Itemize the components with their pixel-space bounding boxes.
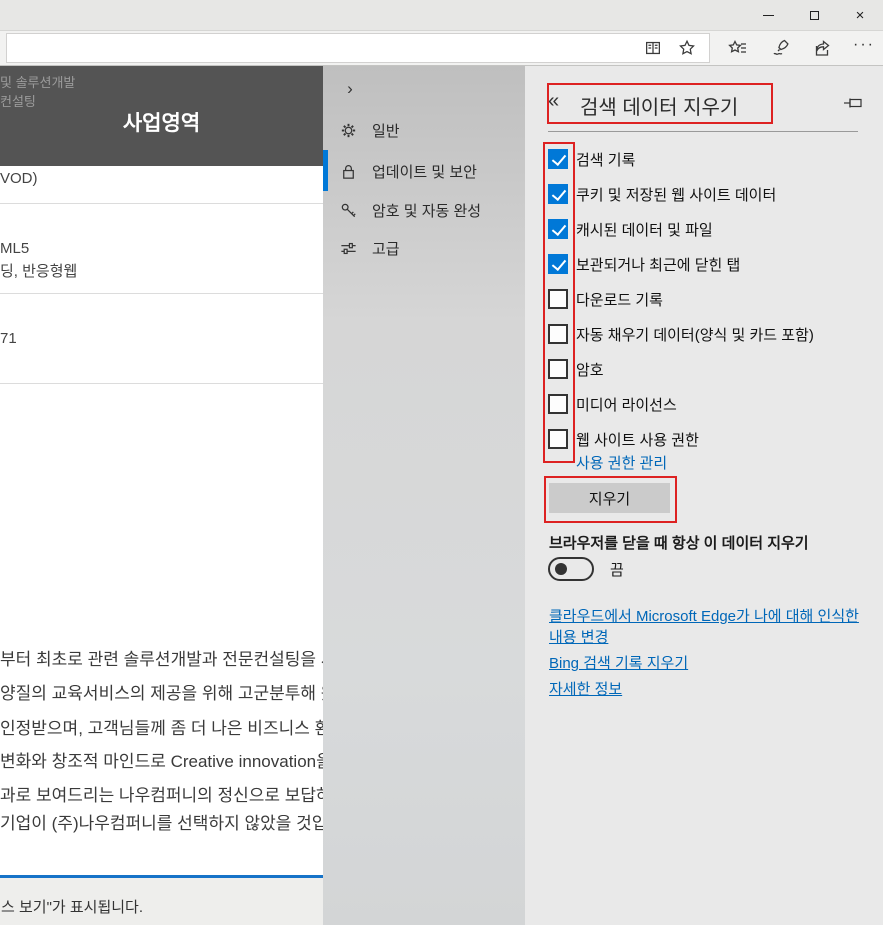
clear-browsing-data-panel: « 검색 데이터 지우기 검색 기록 쿠키 및 저장된 웹 사이트 데이터 캐시… xyxy=(525,66,883,925)
status-tooltip-bar: 스 보기"가 표시됩니다. xyxy=(0,875,323,925)
always-clear-toggle[interactable] xyxy=(548,557,594,581)
checkbox-row-browsing-history[interactable]: 검색 기록 xyxy=(548,147,868,171)
webpage-row-text: VOD) xyxy=(0,170,323,187)
sidebar-item-label: 암호 및 자동 완성 xyxy=(372,200,481,221)
checkbox[interactable] xyxy=(548,359,568,379)
checkbox-row-download-history[interactable]: 다운로드 기록 xyxy=(548,287,868,311)
settings-sidebar: › 일반 xyxy=(323,66,525,925)
back-chevron-icon[interactable]: « xyxy=(548,90,559,113)
checkbox-row-tabs[interactable]: 보관되거나 최근에 닫힌 탭 xyxy=(548,252,868,276)
address-bar[interactable] xyxy=(6,33,710,63)
webpage-row-text: 딩, 반응형웹 xyxy=(0,260,323,281)
webpage-section-title: 사업영역 xyxy=(0,107,323,137)
sidebar-item-label: 업데이트 및 보안 xyxy=(372,161,477,182)
sidebar-item-advanced[interactable]: 고급 xyxy=(323,228,525,268)
webpage-row-text: ML5 xyxy=(0,240,323,257)
key-icon xyxy=(338,200,358,220)
window-controls: × xyxy=(745,0,883,30)
checkbox-row-media-licenses[interactable]: 미디어 라이선스 xyxy=(548,392,868,416)
maximize-button[interactable] xyxy=(791,0,837,30)
webpage-menu-partial-1: 및 솔루션개발 xyxy=(0,72,75,91)
checkbox-row-cached-data[interactable]: 캐시된 데이터 및 파일 xyxy=(548,217,868,241)
checkbox[interactable] xyxy=(548,149,568,169)
reading-view-icon[interactable] xyxy=(641,36,665,60)
lock-icon xyxy=(338,161,358,181)
checkbox-row-autofill-data[interactable]: 자동 채우기 데이터(양식 및 카드 포함) xyxy=(548,322,868,346)
sidebar-expand-chevron-icon[interactable]: › xyxy=(337,76,363,102)
webpage-paragraph-line: 기업이 (주)나우컴퍼니를 선택하지 않았을 것입니 xyxy=(0,809,323,834)
more-options-icon[interactable]: ··· xyxy=(851,36,877,60)
checkbox-label: 보관되거나 최근에 닫힌 탭 xyxy=(576,254,740,275)
checkbox[interactable] xyxy=(548,184,568,204)
sidebar-item-label: 일반 xyxy=(372,120,400,141)
favorite-star-icon[interactable] xyxy=(675,36,699,60)
checkbox-row-cookies[interactable]: 쿠키 및 저장된 웹 사이트 데이터 xyxy=(548,182,868,206)
checkbox[interactable] xyxy=(548,289,568,309)
checkbox[interactable] xyxy=(548,254,568,274)
checkbox-label: 다운로드 기록 xyxy=(576,289,663,310)
browser-content: 및 솔루션개발 컨설팅 사업영역 VOD) ML5 딩, 반응형웹 71 부터 … xyxy=(0,66,883,925)
sidebar-item-general[interactable]: 일반 xyxy=(323,110,525,150)
webpage-paragraph-line: 변화와 창조적 마인드로 Creative innovation을 xyxy=(0,747,323,772)
checkbox-label: 웹 사이트 사용 권한 xyxy=(576,429,699,450)
checkbox-label: 검색 기록 xyxy=(576,149,635,170)
cloud-data-link[interactable]: 클라우드에서 Microsoft Edge가 나에 대해 인식한 내용 변경 xyxy=(549,606,867,648)
checkbox[interactable] xyxy=(548,429,568,449)
always-clear-toggle-row: 끔 xyxy=(548,557,624,581)
window-titlebar: × xyxy=(0,0,883,30)
browser-toolbar: ··· xyxy=(0,30,883,66)
webpage-paragraph-line: 과로 보여드리는 나우컴퍼니의 정신으로 보답하겠 xyxy=(0,781,323,806)
checkbox-label: 미디어 라이선스 xyxy=(576,394,677,415)
panel-links: 클라우드에서 Microsoft Edge가 나에 대해 인식한 내용 변경 B… xyxy=(549,606,867,700)
clear-button[interactable]: 지우기 xyxy=(549,483,670,513)
sliders-icon xyxy=(338,238,358,258)
divider xyxy=(0,293,323,294)
webpage-background: 및 솔루션개발 컨설팅 사업영역 VOD) ML5 딩, 반응형웹 71 부터 … xyxy=(0,66,323,925)
edge-browser-window: × xyxy=(0,0,883,925)
toolbar-buttons: ··· xyxy=(725,33,877,63)
checkbox[interactable] xyxy=(548,394,568,414)
toggle-state-label: 끔 xyxy=(610,559,624,580)
divider xyxy=(548,131,858,132)
close-button[interactable]: × xyxy=(837,0,883,30)
favorites-hub-icon[interactable] xyxy=(725,36,751,60)
checkbox[interactable] xyxy=(548,324,568,344)
maximize-icon xyxy=(810,11,819,20)
divider xyxy=(0,383,323,384)
checkbox-row-passwords[interactable]: 암호 xyxy=(548,357,868,381)
sidebar-item-privacy-security[interactable]: 업데이트 및 보안 xyxy=(323,151,525,191)
webpage-paragraph-line: 부터 최초로 관련 솔루션개발과 전문컨설팅을 시작 xyxy=(0,645,323,670)
minimize-button[interactable] xyxy=(745,0,791,30)
checkbox-label: 캐시된 데이터 및 파일 xyxy=(576,219,713,240)
gear-icon xyxy=(338,120,358,140)
checkbox-row-website-permissions[interactable]: 웹 사이트 사용 권한 xyxy=(548,427,868,451)
pin-panel-icon[interactable] xyxy=(843,96,863,110)
webpage-paragraph-line: 양질의 교육서비스의 제공을 위해 고군분투해 왔 xyxy=(0,679,323,704)
checkbox-label: 쿠키 및 저장된 웹 사이트 데이터 xyxy=(576,184,776,205)
toggle-knob xyxy=(555,563,567,575)
checkbox-label: 암호 xyxy=(576,359,604,380)
checkbox-label: 자동 채우기 데이터(양식 및 카드 포함) xyxy=(576,324,814,345)
webpage-paragraph-line: 인정받으며, 고객님들께 좀 더 나은 비즈니스 환경 xyxy=(0,714,323,739)
panel-title: 검색 데이터 지우기 xyxy=(580,91,738,120)
checkbox[interactable] xyxy=(548,219,568,239)
close-icon: × xyxy=(856,8,865,23)
minimize-icon xyxy=(763,15,774,16)
share-icon[interactable] xyxy=(809,36,835,60)
bing-history-link[interactable]: Bing 검색 기록 지우기 xyxy=(549,653,867,674)
manage-permissions-link[interactable]: 사용 권한 관리 xyxy=(576,452,667,473)
status-tooltip-text: 스 보기"가 표시됩니다. xyxy=(1,896,143,917)
webpage-row-text: 71 xyxy=(0,330,323,347)
webpage-header: 및 솔루션개발 컨설팅 사업영역 xyxy=(0,66,323,166)
sidebar-item-passwords-autofill[interactable]: 암호 및 자동 완성 xyxy=(323,190,525,230)
always-clear-label: 브라우저를 닫을 때 항상 이 데이터 지우기 xyxy=(549,532,809,553)
learn-more-link[interactable]: 자세한 정보 xyxy=(549,679,867,700)
sidebar-item-label: 고급 xyxy=(372,238,400,259)
web-notes-pen-icon[interactable] xyxy=(767,36,793,60)
divider xyxy=(0,203,323,204)
